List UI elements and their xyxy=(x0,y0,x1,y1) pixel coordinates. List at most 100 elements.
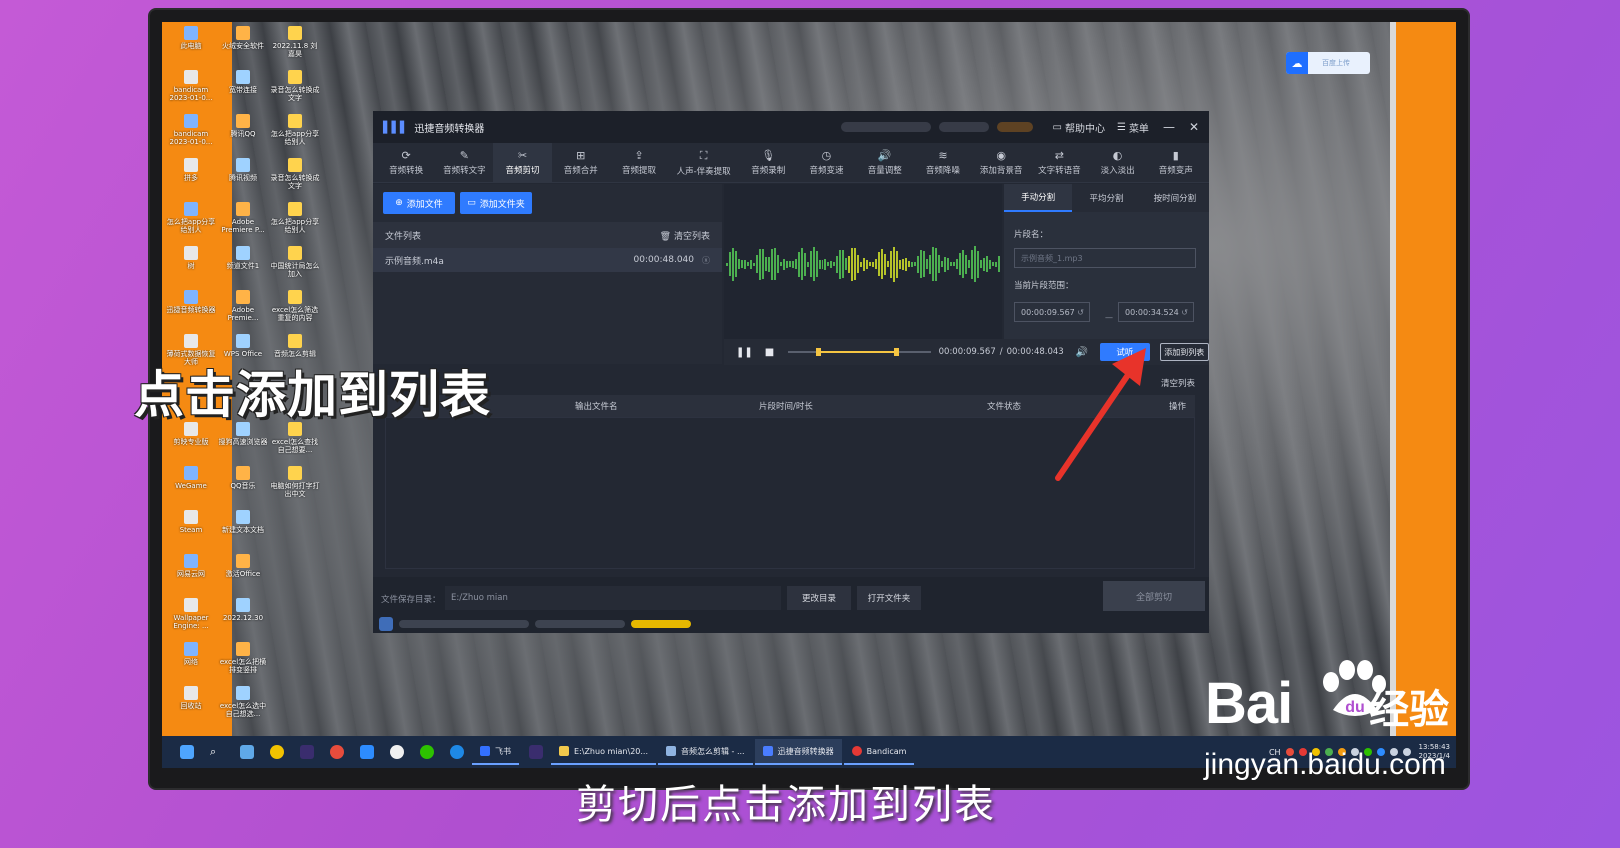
audio-waveform[interactable] xyxy=(726,244,1000,284)
tool-8[interactable]: 🔊 音量调整 xyxy=(856,143,914,182)
cloud-upload-button[interactable]: ☁ 百度上传 xyxy=(1286,52,1370,74)
tool-7[interactable]: ◷ 音频变速 xyxy=(797,143,855,182)
desktop-icon[interactable]: excel怎么选中自己想选... xyxy=(218,686,268,726)
tool-1[interactable]: ✎ 音频转文字 xyxy=(435,143,493,182)
desktop-icon[interactable]: 宽带连接 xyxy=(218,70,268,110)
taskbar-app-feishu[interactable]: 飞书 xyxy=(472,739,519,765)
desktop-icon[interactable]: excel怎么查找自己想要... xyxy=(270,422,320,462)
desktop-icon[interactable]: 网易云网 xyxy=(166,554,216,594)
desktop-icon[interactable]: excel怎么筛选重复的内容 xyxy=(270,290,320,330)
desktop-icon[interactable]: 新建文本文档 xyxy=(218,510,268,550)
waveform-panel[interactable] xyxy=(724,184,1002,339)
stop-icon[interactable]: ■ xyxy=(765,347,774,358)
qq-icon[interactable] xyxy=(390,745,404,759)
tool-4[interactable]: ⇪ 音频提取 xyxy=(610,143,668,182)
desktop-icon[interactable]: 频道文件1 xyxy=(218,246,268,286)
range-start-input[interactable]: 00:00:09.567 ↺ xyxy=(1014,302,1090,322)
desktop-icon[interactable] xyxy=(270,598,320,638)
segment-name-input[interactable]: 示例音频_1.mp3 xyxy=(1014,248,1196,268)
selection-start-handle[interactable] xyxy=(816,348,822,356)
desktop-icon[interactable]: 激活Office xyxy=(218,554,268,594)
tool-13[interactable]: ▮ 音频变声 xyxy=(1147,143,1205,182)
pause-icon[interactable]: ❚❚ xyxy=(736,347,753,358)
cut-all-button[interactable]: 全部剪切 xyxy=(1103,581,1205,611)
desktop-icon[interactable]: 腾讯视频 xyxy=(218,158,268,198)
browser-icon[interactable] xyxy=(270,745,284,759)
desktop-icon[interactable]: 怎么把app分享给别人 xyxy=(270,114,320,154)
tool-0[interactable]: ⟳ 音频转换 xyxy=(377,143,435,182)
menu-button[interactable]: ☰ 菜单 xyxy=(1117,120,1149,135)
add-folder-button[interactable]: ▭ 添加文件夹 xyxy=(460,192,532,214)
desktop-icon[interactable]: 树 xyxy=(166,246,216,286)
tool-10[interactable]: ◉ 添加背景音 xyxy=(972,143,1030,182)
premiere-pinned-icon[interactable] xyxy=(529,745,543,759)
desktop-icon[interactable]: 中国统计局怎么加入 xyxy=(270,246,320,286)
range-end-input[interactable]: 00:00:34.524 ↺ xyxy=(1118,302,1194,322)
photos-icon[interactable] xyxy=(240,745,254,759)
desktop-icon[interactable]: Adobe Premiere P... xyxy=(218,202,268,242)
desktop-icon[interactable] xyxy=(270,642,320,682)
tool-12[interactable]: ◐ 淡入淡出 xyxy=(1088,143,1146,182)
desktop-icon[interactable] xyxy=(270,686,320,726)
desktop-icon[interactable]: 迅捷音频转换器 xyxy=(166,290,216,330)
clear-output-list-button[interactable]: 清空列表 xyxy=(1161,377,1195,389)
desktop-icon[interactable]: WeGame xyxy=(166,466,216,506)
premiere-icon[interactable] xyxy=(300,745,314,759)
selection-end-handle[interactable] xyxy=(893,348,899,356)
taskbar-app-doc[interactable]: 音频怎么剪辑 - ... xyxy=(658,739,753,765)
tab-average-split[interactable]: 平均分割 xyxy=(1072,184,1141,212)
file-list-item[interactable]: 示例音频.m4a 00:00:48.040 ⓧ xyxy=(373,248,722,272)
tab-time-split[interactable]: 按时间分割 xyxy=(1140,184,1209,212)
desktop-icon[interactable]: 2022.12.30 xyxy=(218,598,268,638)
desktop-icon[interactable]: Wallpaper Engine: ... xyxy=(166,598,216,638)
desktop-icon[interactable]: 此电脑 xyxy=(166,26,216,66)
tool-3[interactable]: ⊞ 音频合并 xyxy=(552,143,610,182)
desktop-icon[interactable]: 录音怎么转换成文字 xyxy=(270,158,320,198)
add-to-list-button[interactable]: 添加到列表 xyxy=(1159,343,1209,361)
tool-9[interactable]: ≋ 音频降噪 xyxy=(914,143,972,182)
open-folder-button[interactable]: 打开文件夹 xyxy=(857,586,921,610)
wechat-icon[interactable] xyxy=(420,745,434,759)
chrome-icon[interactable] xyxy=(330,745,344,759)
tool-2[interactable]: ✂ 音频剪切 xyxy=(493,143,552,182)
desktop-icon[interactable]: 电脑如何打字打出中文 xyxy=(270,466,320,506)
desktop-icon[interactable]: bandicam 2023-01-0... xyxy=(166,70,216,110)
add-file-button[interactable]: ⊕ 添加文件 xyxy=(383,192,455,214)
desktop-icon[interactable]: 2022.11.8 刘嘉昊 xyxy=(270,26,320,66)
desktop-icon[interactable] xyxy=(270,510,320,550)
desktop-icon[interactable]: 怎么把app分享给别人 xyxy=(270,202,320,242)
qq-browser-icon[interactable] xyxy=(360,745,374,759)
desktop-icon[interactable]: 网络 xyxy=(166,642,216,682)
desktop-icon[interactable]: bandicam 2023-01-0... xyxy=(166,114,216,154)
desktop-icon[interactable]: 搜狗高速浏览器 xyxy=(218,422,268,462)
desktop-icon[interactable]: QQ音乐 xyxy=(218,466,268,506)
remove-file-icon[interactable]: ⓧ xyxy=(702,255,710,266)
desktop-icon[interactable]: 剪映专业版 xyxy=(166,422,216,462)
tab-manual-split[interactable]: 手动分割 xyxy=(1004,184,1073,212)
start-menu-icon[interactable] xyxy=(180,745,194,759)
desktop-icon[interactable]: 腾讯QQ xyxy=(218,114,268,154)
tool-6[interactable]: 🎙 音频录制 xyxy=(739,143,797,182)
desktop-icon[interactable]: Adobe Premie... xyxy=(218,290,268,330)
desktop-icon[interactable]: 怎么把app分享给别人 xyxy=(166,202,216,242)
minimize-button[interactable]: — xyxy=(1163,120,1175,134)
clear-file-list-button[interactable]: 🗑 清空列表 xyxy=(660,229,710,242)
desktop-icon[interactable] xyxy=(270,554,320,594)
taskbar-app-explorer[interactable]: E:\Zhuo mian\20... xyxy=(551,739,656,765)
desktop-icon[interactable]: 录音怎么转换成文字 xyxy=(270,70,320,110)
taskbar-app-bandicam[interactable]: Bandicam xyxy=(843,739,915,765)
reset-start-icon[interactable]: ↺ xyxy=(1077,308,1084,317)
taskbar-app-audio-converter[interactable]: 迅捷音频转换器 xyxy=(754,739,842,765)
desktop-icon[interactable]: excel怎么把横排变竖排 xyxy=(218,642,268,682)
tool-5[interactable]: ⛶ 人声-伴奏提取 xyxy=(668,143,739,182)
reset-end-icon[interactable]: ↺ xyxy=(1181,308,1188,317)
tool-11[interactable]: ⇄ 文字转语音 xyxy=(1030,143,1088,182)
edge-icon[interactable] xyxy=(450,745,464,759)
desktop-icon[interactable]: Steam xyxy=(166,510,216,550)
desktop-icon[interactable]: 回收站 xyxy=(166,686,216,726)
search-icon[interactable]: ⌕ xyxy=(210,745,224,759)
desktop-icon[interactable]: 拼多 xyxy=(166,158,216,198)
close-button[interactable]: ✕ xyxy=(1189,120,1199,134)
save-dir-input[interactable]: E:/Zhuo mian xyxy=(445,586,781,610)
change-dir-button[interactable]: 更改目录 xyxy=(787,586,851,610)
